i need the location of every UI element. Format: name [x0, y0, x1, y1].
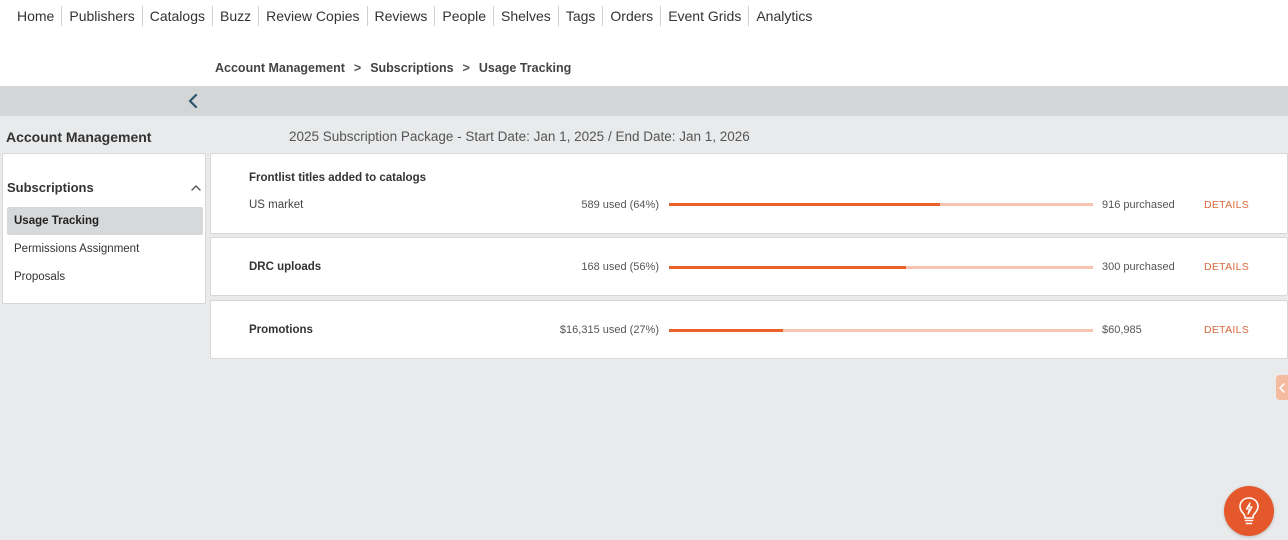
- breadcrumb-account-management[interactable]: Account Management: [215, 61, 345, 75]
- breadcrumb-usage-tracking: Usage Tracking: [478, 61, 572, 75]
- collapse-sidebar-button[interactable]: [185, 92, 201, 110]
- nav-home[interactable]: Home: [10, 6, 63, 26]
- breadcrumb-separator: >: [462, 61, 470, 75]
- nav-analytics[interactable]: Analytics: [749, 6, 819, 26]
- side-panel-tab[interactable]: [1276, 375, 1288, 400]
- card-title: Promotions: [249, 324, 313, 336]
- breadcrumb-separator: >: [353, 61, 362, 75]
- sidebar-item-proposals[interactable]: Proposals: [7, 263, 203, 291]
- usage-progress-fill: [669, 329, 784, 332]
- details-link[interactable]: DETAILS: [1204, 324, 1249, 336]
- row-label: US market: [249, 199, 304, 211]
- chevron-left-icon: [1279, 382, 1285, 393]
- details-link[interactable]: DETAILS: [1204, 261, 1249, 273]
- sidebar-item-permissions-assignment[interactable]: Permissions Assignment: [7, 235, 203, 263]
- nav-review-copies[interactable]: Review Copies: [259, 6, 368, 26]
- section-title: Account Management: [6, 129, 152, 145]
- top-navigation: Home Publishers Catalogs Buzz Review Cop…: [0, 0, 1288, 86]
- sidebar: Subscriptions Usage Tracking Permissions…: [2, 153, 206, 304]
- nav-event-grids[interactable]: Event Grids: [661, 6, 750, 26]
- nav-catalogs[interactable]: Catalogs: [143, 6, 213, 26]
- nav-people[interactable]: People: [435, 6, 494, 26]
- breadcrumb: Account Management > Subscriptions > Usa…: [215, 61, 571, 75]
- purchased-amount: 300 purchased: [1102, 261, 1175, 273]
- purchased-amount: $60,985: [1102, 324, 1142, 336]
- sidebar-item-usage-tracking[interactable]: Usage Tracking: [7, 207, 203, 235]
- usage-progress-bar: [669, 266, 1093, 269]
- card-title: DRC uploads: [249, 261, 322, 273]
- sidebar-header-label: Subscriptions: [7, 180, 94, 195]
- usage-progress-bar: [669, 329, 1093, 332]
- purchased-amount: 916 purchased: [1102, 199, 1175, 211]
- nav-tags[interactable]: Tags: [559, 6, 604, 26]
- nav-buzz[interactable]: Buzz: [213, 6, 260, 26]
- chevron-left-icon: [188, 94, 198, 108]
- breadcrumb-subscriptions[interactable]: Subscriptions: [370, 61, 453, 75]
- usage-card-promotions: Promotions $16,315 used (27%) $60,985 DE…: [210, 300, 1288, 359]
- nav-orders[interactable]: Orders: [603, 6, 662, 26]
- lightbulb-icon: [1239, 497, 1259, 525]
- usage-progress-fill: [669, 203, 941, 206]
- card-title: Frontlist titles added to catalogs: [249, 172, 426, 184]
- details-link[interactable]: DETAILS: [1204, 199, 1249, 211]
- usage-card-frontlist: Frontlist titles added to catalogs US ma…: [210, 153, 1288, 234]
- sidebar-subscriptions-header[interactable]: Subscriptions: [7, 180, 201, 195]
- chevron-up-icon: [191, 184, 201, 191]
- used-amount: 589 used (64%): [581, 199, 659, 211]
- nav-reviews[interactable]: Reviews: [368, 6, 436, 26]
- collapse-bar: [0, 86, 1288, 116]
- usage-progress-bar: [669, 203, 1093, 206]
- used-amount: 168 used (56%): [581, 261, 659, 273]
- subscription-package-info: 2025 Subscription Package - Start Date: …: [289, 129, 750, 144]
- nav-links: Home Publishers Catalogs Buzz Review Cop…: [10, 6, 819, 26]
- nav-shelves[interactable]: Shelves: [494, 6, 559, 26]
- nav-publishers[interactable]: Publishers: [62, 6, 143, 26]
- used-amount: $16,315 used (27%): [559, 324, 659, 336]
- usage-progress-fill: [669, 266, 907, 269]
- usage-card-drc-uploads: DRC uploads 168 used (56%) 300 purchased…: [210, 237, 1288, 296]
- ideas-help-button[interactable]: [1224, 486, 1274, 536]
